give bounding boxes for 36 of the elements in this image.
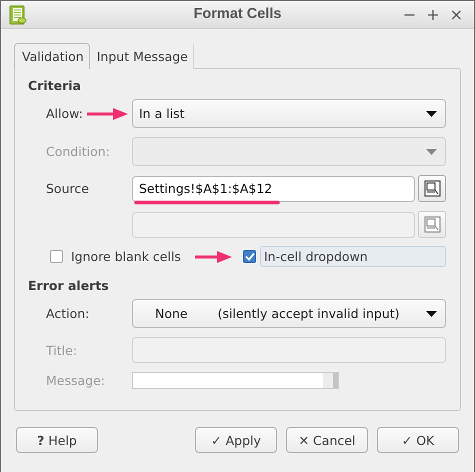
window-control-button[interactable]: +: [423, 5, 443, 24]
field-label: Action:: [46, 306, 90, 321]
range-select-icon: [424, 180, 440, 197]
field-label: Allow:: [46, 106, 83, 121]
checkbox[interactable]: [243, 250, 256, 262]
message-field[interactable]: [132, 372, 339, 389]
checkbox-label[interactable]: Ignore blank cells: [67, 246, 185, 266]
title-field[interactable]: [132, 337, 446, 363]
scrollbar[interactable]: [323, 373, 338, 388]
caret-icon: [426, 310, 437, 316]
condition-dropdown[interactable]: [132, 137, 446, 166]
dialog-button[interactable]: ? Help: [16, 427, 98, 453]
caret-icon: [426, 148, 437, 154]
window-title: Format Cells: [194, 6, 282, 22]
caret-icon: [426, 110, 437, 116]
field-label: Message:: [46, 373, 105, 388]
section-heading: Criteria: [28, 78, 81, 93]
tab[interactable]: Validation: [14, 43, 90, 69]
window-control-button[interactable]: ×: [446, 5, 466, 24]
action-dropdown[interactable]: None (silently accept invalid input): [132, 299, 446, 328]
range-select-icon: [424, 216, 440, 233]
range-select-button[interactable]: [418, 175, 446, 202]
source-field[interactable]: Settings!$A$1:$A$12: [132, 176, 415, 202]
field-label: Source: [46, 181, 89, 196]
field-label: Condition:: [46, 144, 110, 159]
spreadsheet-icon: [9, 4, 27, 24]
window-control-button[interactable]: −: [400, 5, 420, 24]
dialog-button[interactable]: ✕ Cancel: [286, 427, 368, 453]
field-label: Title:: [46, 342, 77, 358]
checkbox[interactable]: [50, 250, 63, 262]
checkbox-label[interactable]: In-cell dropdown: [260, 246, 446, 266]
allow-dropdown[interactable]: In a list: [132, 99, 446, 128]
tab[interactable]: Input Message: [90, 44, 194, 69]
dialog-button[interactable]: ✓ OK: [377, 427, 459, 453]
section-heading: Error alerts: [28, 278, 109, 293]
dialog-button[interactable]: ✓ Apply: [195, 427, 277, 453]
